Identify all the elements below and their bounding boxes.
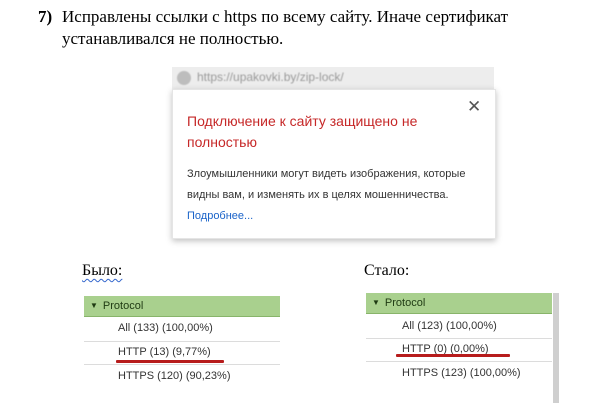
row-https[interactable]: HTTPS (120) (90,23%)	[118, 370, 230, 382]
row-http[interactable]: HTTP (13) (9,77%)	[118, 346, 211, 358]
close-icon[interactable]: ✕	[467, 98, 481, 116]
triangle-down-icon: ▼	[90, 301, 98, 310]
row-https[interactable]: HTTPS (123) (100,00%)	[402, 367, 521, 379]
popup-body: Злоумышленники могут видеть изображения,…	[187, 164, 477, 227]
after-label: Стало:	[364, 262, 410, 279]
row-divider	[84, 341, 280, 342]
protocol-header-label: Protocol	[384, 297, 426, 309]
protocol-header[interactable]: ▼ Protocol	[366, 293, 552, 314]
popup-message: Злоумышленники могут видеть изображения,…	[187, 168, 466, 201]
row-divider	[366, 338, 552, 339]
learn-more-link[interactable]: Подробнее...	[187, 210, 253, 222]
before-label: Было:	[82, 262, 123, 279]
protocol-header-label: Protocol	[102, 300, 144, 312]
highlight-underline	[396, 354, 510, 357]
scrollbar[interactable]	[553, 293, 559, 403]
site-info-icon[interactable]	[177, 71, 191, 85]
row-divider	[84, 364, 280, 365]
item-number: 7)	[38, 7, 53, 26]
triangle-down-icon: ▼	[372, 298, 380, 307]
url-text: https://upakovki.by/zip-lock/	[197, 70, 344, 84]
popup-title: Подключение к сайту защищено не полность…	[187, 113, 418, 150]
row-all[interactable]: All (123) (100,00%)	[402, 320, 497, 332]
protocol-header[interactable]: ▼ Protocol	[84, 296, 280, 317]
highlight-underline	[116, 360, 224, 363]
paragraph-text: Исправлены ссылки с https по всему сайту…	[62, 7, 509, 48]
row-divider	[366, 361, 552, 362]
row-all[interactable]: All (133) (100,00%)	[118, 322, 213, 334]
